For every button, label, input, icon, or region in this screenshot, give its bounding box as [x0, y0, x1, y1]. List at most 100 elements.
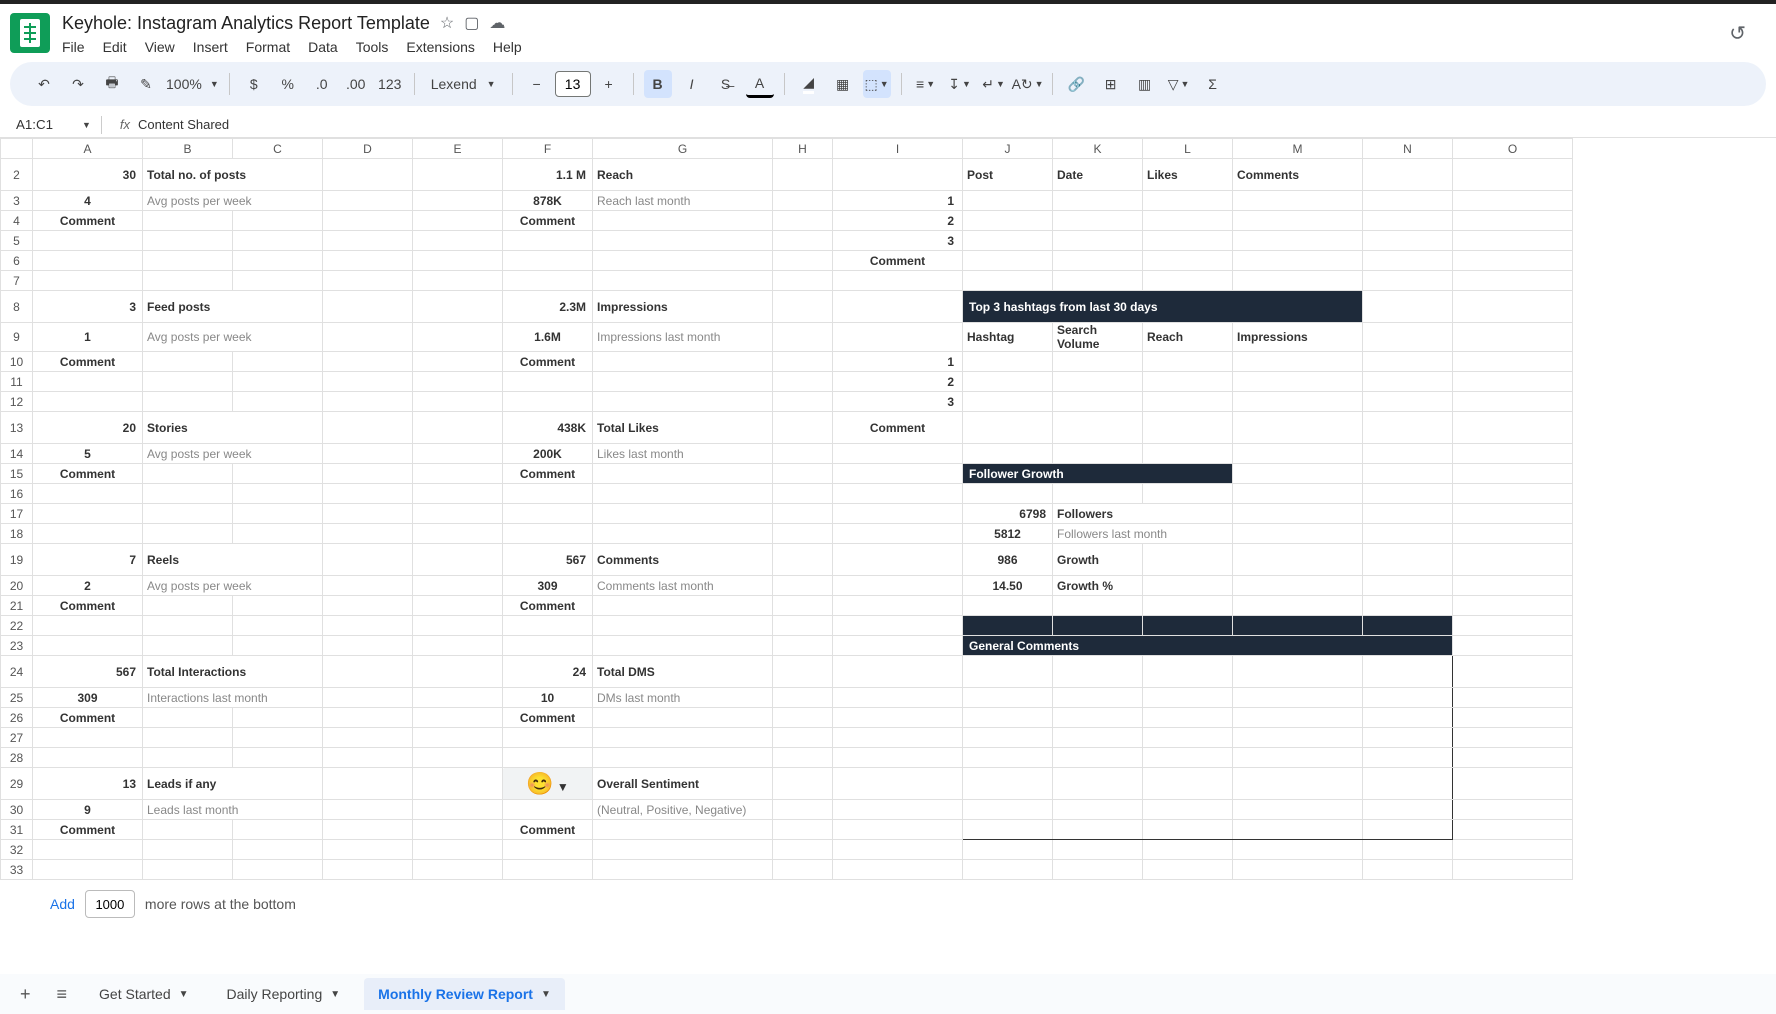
- cloud-icon[interactable]: ☁: [489, 13, 505, 33]
- row-header-13[interactable]: 13: [1, 412, 33, 444]
- cell-A20[interactable]: 2: [33, 576, 143, 596]
- currency-icon[interactable]: $: [240, 70, 268, 98]
- cell-F14[interactable]: 200K: [503, 444, 593, 464]
- menu-format[interactable]: Format: [246, 39, 290, 55]
- move-icon[interactable]: ▢: [464, 13, 479, 33]
- doc-title[interactable]: Keyhole: Instagram Analytics Report Temp…: [62, 13, 430, 34]
- cell-G25[interactable]: DMs last month: [593, 688, 773, 708]
- link-icon[interactable]: 🔗: [1063, 70, 1091, 98]
- name-box-caret[interactable]: ▼: [82, 120, 91, 130]
- cell-A26[interactable]: Comment: [33, 708, 143, 728]
- cell-F21[interactable]: Comment: [503, 596, 593, 616]
- col-header-I[interactable]: I: [833, 139, 963, 159]
- cell-F13[interactable]: 438K: [503, 412, 593, 444]
- cell-F8[interactable]: 2.3M: [503, 291, 593, 323]
- cell-A15[interactable]: Comment: [33, 464, 143, 484]
- cell-A9[interactable]: 1: [33, 323, 143, 352]
- cell-K17[interactable]: Followers: [1053, 504, 1233, 524]
- cell-K18[interactable]: Followers last month: [1053, 524, 1233, 544]
- redo-icon[interactable]: ↷: [64, 70, 92, 98]
- row-header-16[interactable]: 16: [1, 484, 33, 504]
- row-header-31[interactable]: 31: [1, 820, 33, 840]
- row-header-20[interactable]: 20: [1, 576, 33, 596]
- cell-J8[interactable]: Top 3 hashtags from last 30 days: [963, 291, 1363, 323]
- cell-J15[interactable]: Follower Growth: [963, 464, 1233, 484]
- cell-A10[interactable]: Comment: [33, 352, 143, 372]
- cell-A25[interactable]: 309: [33, 688, 143, 708]
- cell-K9[interactable]: Search Volume: [1053, 323, 1143, 352]
- col-header-E[interactable]: E: [413, 139, 503, 159]
- cell-A3[interactable]: 4: [33, 191, 143, 211]
- add-sheet-button[interactable]: +: [12, 980, 39, 1009]
- menu-tools[interactable]: Tools: [356, 39, 389, 55]
- cell-F4[interactable]: Comment: [503, 211, 593, 231]
- cell-A21[interactable]: Comment: [33, 596, 143, 616]
- col-header-O[interactable]: O: [1453, 139, 1573, 159]
- cell-M9[interactable]: Impressions: [1233, 323, 1363, 352]
- cell-L2[interactable]: Likes: [1143, 159, 1233, 191]
- cell-B13[interactable]: Stories: [143, 412, 323, 444]
- fill-color-button[interactable]: ◢: [795, 70, 823, 98]
- col-header-C[interactable]: C: [233, 139, 323, 159]
- menu-extensions[interactable]: Extensions: [406, 39, 474, 55]
- cell-F26[interactable]: Comment: [503, 708, 593, 728]
- zoom-dropdown[interactable]: 100% ▼: [166, 76, 219, 92]
- cell-G30[interactable]: (Neutral, Positive, Negative): [593, 800, 773, 820]
- cell-B20[interactable]: Avg posts per week: [143, 576, 323, 596]
- cell-B3[interactable]: Avg posts per week: [143, 191, 323, 211]
- spreadsheet[interactable]: ABCDEFGHIJKLMNO230Total no. of posts1.1 …: [0, 138, 1776, 974]
- cell-K2[interactable]: Date: [1053, 159, 1143, 191]
- cell-J17[interactable]: 6798: [963, 504, 1053, 524]
- col-header-D[interactable]: D: [323, 139, 413, 159]
- sheets-logo[interactable]: [10, 13, 50, 53]
- cell-A2[interactable]: 30: [33, 159, 143, 191]
- cell-F3[interactable]: 878K: [503, 191, 593, 211]
- cell-G8[interactable]: Impressions: [593, 291, 773, 323]
- borders-button[interactable]: ▦: [829, 70, 857, 98]
- cell-F29[interactable]: 😊 ▼: [503, 768, 593, 800]
- row-header-15[interactable]: 15: [1, 464, 33, 484]
- cell-I4[interactable]: 2: [833, 211, 963, 231]
- add-rows-button[interactable]: Add: [50, 896, 75, 912]
- cell-I10[interactable]: 1: [833, 352, 963, 372]
- name-box[interactable]: [10, 115, 80, 134]
- font-size-input[interactable]: [555, 71, 591, 97]
- wrap-button[interactable]: ↵ ▼: [980, 70, 1008, 98]
- bold-button[interactable]: B: [644, 70, 672, 98]
- increase-decimal-icon[interactable]: .00: [342, 70, 370, 98]
- row-header-26[interactable]: 26: [1, 708, 33, 728]
- v-align-button[interactable]: ↧ ▼: [946, 70, 974, 98]
- tab-daily-reporting[interactable]: Daily Reporting ▼: [213, 978, 355, 1010]
- strikethrough-button[interactable]: S̶: [712, 70, 740, 98]
- cell-A19[interactable]: 7: [33, 544, 143, 576]
- rotate-button[interactable]: A↻ ▼: [1014, 70, 1042, 98]
- star-icon[interactable]: ☆: [440, 13, 454, 33]
- cell-B14[interactable]: Avg posts per week: [143, 444, 323, 464]
- cell-B25[interactable]: Interactions last month: [143, 688, 323, 708]
- row-header-14[interactable]: 14: [1, 444, 33, 464]
- merge-button[interactable]: ⬚ ▼: [863, 70, 891, 98]
- chart-icon[interactable]: ▥: [1131, 70, 1159, 98]
- row-header-24[interactable]: 24: [1, 656, 33, 688]
- row-header-7[interactable]: 7: [1, 271, 33, 291]
- menu-file[interactable]: File: [62, 39, 85, 55]
- cell-G13[interactable]: Total Likes: [593, 412, 773, 444]
- col-header-F[interactable]: F: [503, 139, 593, 159]
- row-header-19[interactable]: 19: [1, 544, 33, 576]
- row-header-2[interactable]: 2: [1, 159, 33, 191]
- cell-G19[interactable]: Comments: [593, 544, 773, 576]
- cell-J23[interactable]: General Comments: [963, 636, 1453, 656]
- cell-G24[interactable]: Total DMS: [593, 656, 773, 688]
- cell-A4[interactable]: Comment: [33, 211, 143, 231]
- row-header-10[interactable]: 10: [1, 352, 33, 372]
- col-header-B[interactable]: B: [143, 139, 233, 159]
- menu-help[interactable]: Help: [493, 39, 522, 55]
- col-header-N[interactable]: N: [1363, 139, 1453, 159]
- cell-B29[interactable]: Leads if any: [143, 768, 323, 800]
- font-dropdown[interactable]: Lexend ▼: [425, 76, 502, 92]
- col-header-J[interactable]: J: [963, 139, 1053, 159]
- cell-B9[interactable]: Avg posts per week: [143, 323, 323, 352]
- cell-B30[interactable]: Leads last month: [143, 800, 323, 820]
- row-header-6[interactable]: 6: [1, 251, 33, 271]
- cell-I13[interactable]: Comment: [833, 412, 963, 444]
